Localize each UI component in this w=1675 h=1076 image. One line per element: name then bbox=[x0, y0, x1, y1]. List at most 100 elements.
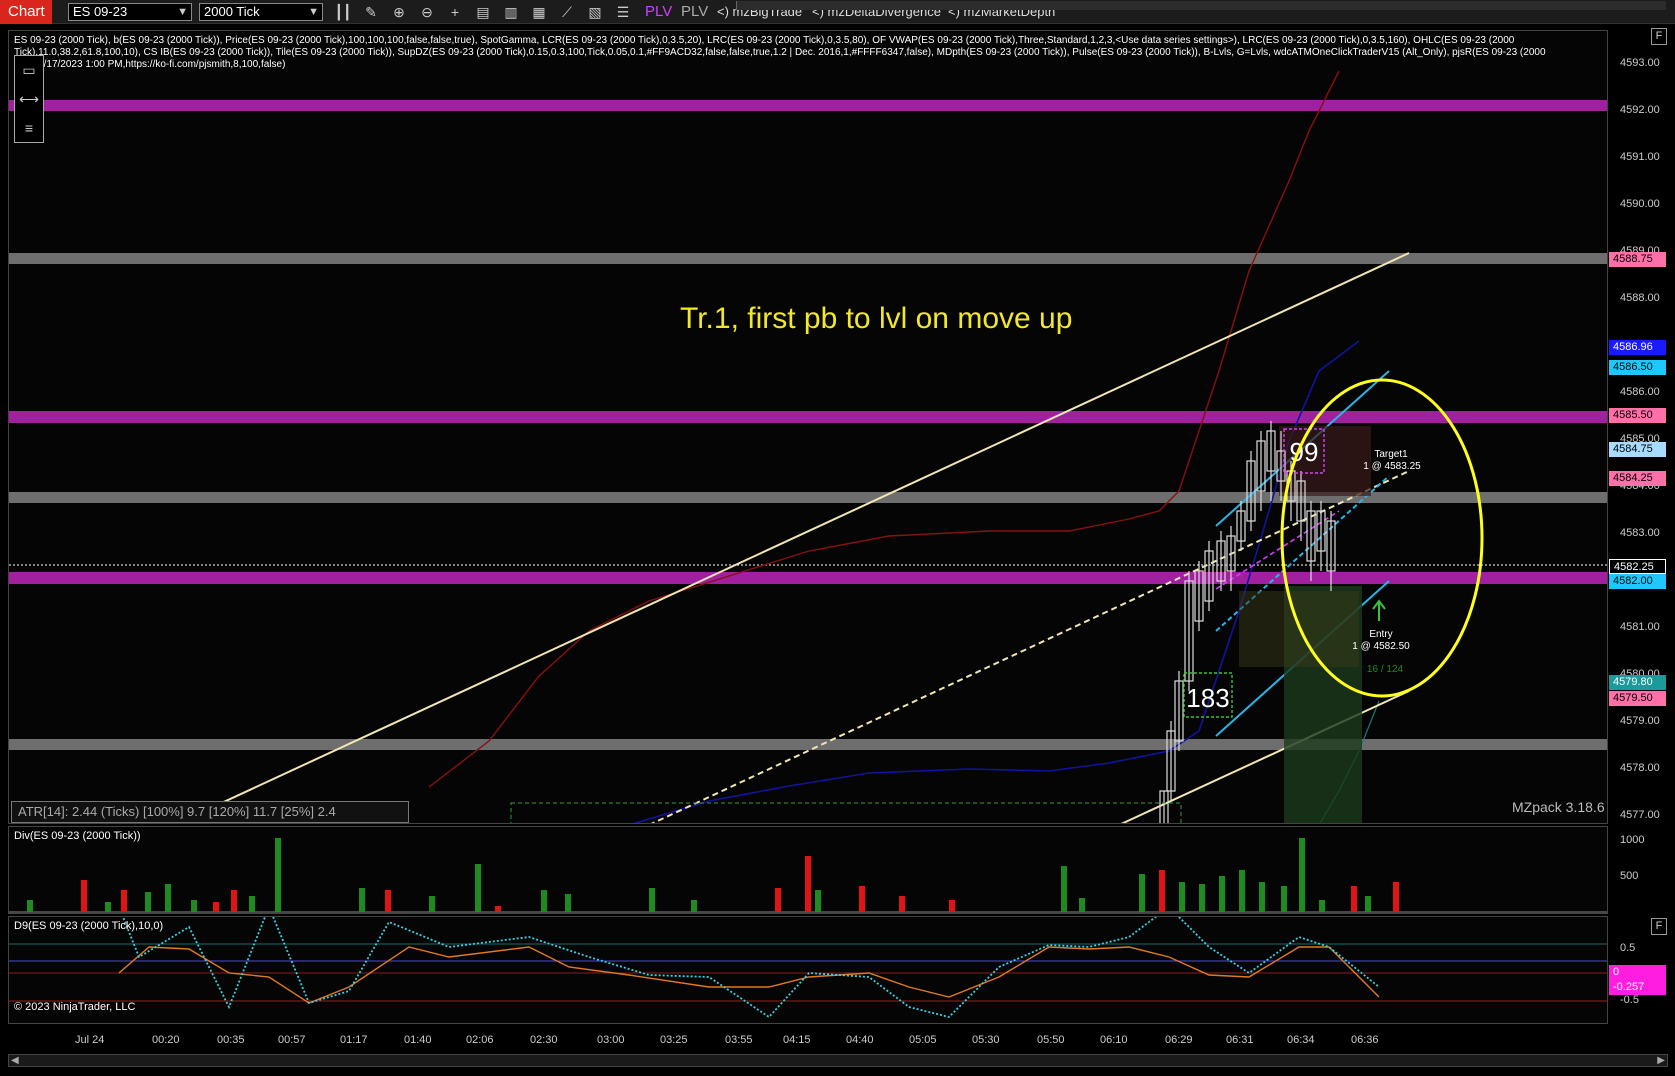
properties-icon[interactable]: ☰ bbox=[614, 3, 632, 21]
copyright-text: © 2023 NinjaTrader, LLC bbox=[14, 1001, 136, 1013]
time-tick: 06:31 bbox=[1226, 1034, 1254, 1046]
divergence-bar bbox=[191, 900, 197, 912]
scrollbar-thumb[interactable] bbox=[736, 1, 1666, 10]
divergence-bar bbox=[475, 864, 481, 912]
div-tick-500: 500 bbox=[1620, 870, 1639, 882]
divergence-bar bbox=[805, 856, 811, 912]
crosshair-icon[interactable]: + bbox=[446, 3, 464, 21]
time-tick: 05:30 bbox=[972, 1034, 1000, 1046]
price-label: 4584.25 bbox=[1609, 471, 1666, 486]
templates-icon[interactable]: ▧ bbox=[586, 3, 604, 21]
horizontal-arrows-icon[interactable]: ⟷ bbox=[15, 85, 43, 114]
d9-panel[interactable] bbox=[8, 916, 1608, 1024]
entry-arrow-icon bbox=[1372, 599, 1386, 621]
divergence-bar bbox=[121, 890, 127, 912]
d9-value-zero: 0 bbox=[1609, 965, 1666, 980]
time-tick: 00:20 bbox=[152, 1034, 180, 1046]
divergence-bar bbox=[1351, 886, 1357, 912]
divergence-bar bbox=[899, 896, 905, 912]
data-box-icon[interactable]: ▤ bbox=[474, 3, 492, 21]
chevron-down-icon: ▼ bbox=[308, 6, 319, 18]
scroll-left-icon[interactable]: ◀ bbox=[11, 1055, 19, 1066]
divergence-bar bbox=[775, 888, 781, 912]
chart-trader-icon[interactable]: ▥ bbox=[502, 3, 520, 21]
bar-style-icon[interactable]: ┃┃ bbox=[334, 3, 352, 21]
price-label: 4579.80 bbox=[1609, 675, 1666, 690]
d9-tick-neg05: -0.5 bbox=[1620, 994, 1639, 1006]
divergence-bar bbox=[275, 838, 281, 912]
time-axis[interactable] bbox=[0, 1026, 1675, 1054]
chart-tab[interactable]: Chart bbox=[0, 0, 52, 24]
divergence-bar bbox=[1139, 874, 1145, 912]
price-tick: 4577.00 bbox=[1620, 809, 1660, 821]
atr-readout: ATR[14]: 2.44 (Ticks) [100%] 9.7 [120%] … bbox=[11, 801, 409, 823]
pnl-text: 16 / 124 bbox=[1367, 664, 1404, 675]
drawing-tool-icon[interactable]: ✎ bbox=[362, 3, 380, 21]
menu-icon[interactable]: ≡ bbox=[15, 114, 43, 143]
price-tick: 4591.00 bbox=[1620, 151, 1660, 163]
chevron-down-icon: ▼ bbox=[177, 6, 188, 18]
price-tick: 4592.00 bbox=[1620, 104, 1660, 116]
divergence-bar bbox=[1079, 898, 1085, 912]
divergence-bar bbox=[1179, 882, 1185, 912]
divergence-bar bbox=[385, 890, 391, 912]
divergence-bar bbox=[1199, 884, 1205, 912]
mzpack-version: MZpack 3.18.6 bbox=[1512, 799, 1605, 815]
divergence-bar bbox=[1319, 900, 1325, 912]
trend-line-upper bbox=[175, 252, 1410, 823]
divergence-bar bbox=[1219, 876, 1225, 912]
panel-float-button[interactable]: F bbox=[1651, 28, 1667, 45]
interval-value: 2000 Tick bbox=[204, 4, 260, 19]
strategies-icon[interactable]: ⟋ bbox=[558, 3, 576, 21]
price-label: 4586.96 bbox=[1609, 340, 1666, 355]
time-tick: 01:40 bbox=[404, 1034, 432, 1046]
level-band-4578 bbox=[9, 739, 1607, 750]
instrument-value: ES 09-23 bbox=[73, 4, 128, 19]
divergence-bar bbox=[249, 896, 255, 912]
entry-order[interactable]: 1 @ 4582.50 bbox=[1352, 641, 1410, 652]
divergence-bar bbox=[1159, 870, 1165, 912]
divergence-bar bbox=[1299, 838, 1305, 912]
level-band-4588 bbox=[9, 253, 1607, 264]
indicator-legend: ES 09-23 (2000 Tick), b(ES 09-23 (2000 T… bbox=[14, 35, 1546, 70]
divergence-panel[interactable] bbox=[8, 826, 1608, 914]
price-label: 4582.25 bbox=[1609, 559, 1666, 574]
divergence-bar bbox=[165, 884, 171, 912]
price-tick: 4579.00 bbox=[1620, 715, 1660, 727]
time-tick: 03:55 bbox=[725, 1034, 753, 1046]
price-tick: 4578.00 bbox=[1620, 762, 1660, 774]
divergence-bar bbox=[1365, 896, 1371, 912]
divergence-bar bbox=[81, 880, 87, 912]
plv-button[interactable]: PLV bbox=[645, 3, 672, 20]
level-band-4592 bbox=[9, 100, 1607, 111]
zoom-out-icon[interactable]: ⊖ bbox=[418, 3, 436, 21]
demand-zone bbox=[510, 802, 1182, 823]
d9-tick-05: 0.5 bbox=[1620, 942, 1636, 954]
d9-panel-title: D9(ES 09-23 (2000 Tick),10,0) bbox=[14, 920, 164, 932]
interval-selector[interactable]: 2000 Tick ▼ bbox=[199, 3, 323, 21]
target-order[interactable]: 1 @ 4583.25 bbox=[1363, 461, 1421, 472]
divergence-bar bbox=[859, 886, 865, 912]
divergence-bar bbox=[27, 900, 33, 912]
scroll-right-icon[interactable]: ▶ bbox=[1657, 1055, 1665, 1066]
big-trade-value-183: 183 bbox=[1186, 683, 1229, 713]
price-panel[interactable]: 183 99 Target1 1 @ 4583.25 Entry 1 @ 458… bbox=[8, 30, 1608, 824]
horizontal-scrollbar[interactable]: ◀ ▶ bbox=[8, 1054, 1668, 1067]
divergence-bar bbox=[1239, 870, 1245, 912]
plv-button-2[interactable]: PLV bbox=[681, 3, 708, 20]
bars-indicator-icon[interactable]: ▦ bbox=[530, 3, 548, 21]
divergence-bar bbox=[495, 906, 501, 912]
divergence-bar bbox=[231, 890, 237, 912]
zoom-in-icon[interactable]: ⊕ bbox=[390, 3, 408, 21]
divergence-bar bbox=[1259, 882, 1265, 912]
d9-chart bbox=[9, 917, 1607, 1019]
level-band-4582 bbox=[9, 572, 1607, 584]
ruler-icon[interactable]: ▭ bbox=[15, 56, 43, 85]
divergence-bar bbox=[1281, 886, 1287, 912]
trend-line-lower bbox=[1120, 690, 1410, 823]
price-label: 4588.75 bbox=[1609, 252, 1666, 267]
panel-float-button-2[interactable]: F bbox=[1651, 918, 1667, 935]
instrument-selector[interactable]: ES 09-23 ▼ bbox=[68, 3, 192, 21]
time-tick: 05:05 bbox=[909, 1034, 937, 1046]
divergence-bar bbox=[145, 892, 151, 912]
